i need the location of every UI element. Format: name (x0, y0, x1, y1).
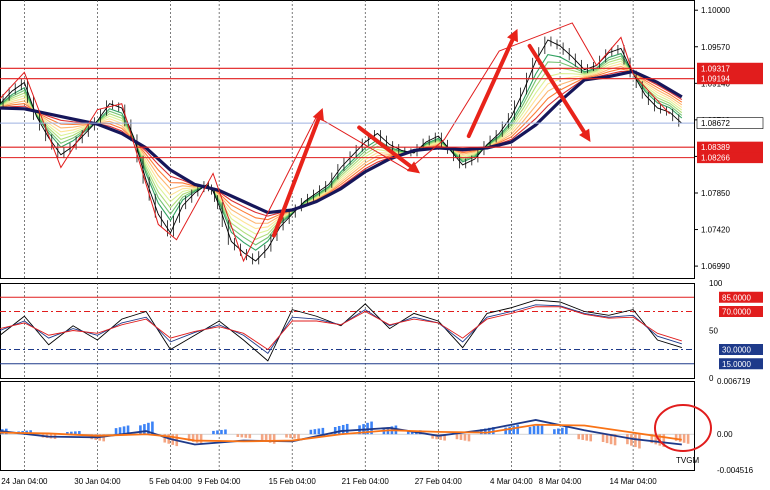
histogram-bar (585, 434, 589, 441)
x-tick-label: 14 Mar 04:00 (610, 477, 658, 486)
histogram-bar (313, 429, 317, 435)
histogram-bar (638, 434, 641, 449)
level-label: 1.08389 (701, 143, 730, 152)
histogram-bar (297, 434, 300, 439)
x-tick-label: 5 Feb 04:00 (149, 477, 192, 486)
histogram-bar (459, 434, 463, 440)
y-tick-label: 1.06990 (701, 262, 730, 271)
histogram-bar (240, 434, 244, 438)
oscillator-level-label: 15.0000 (722, 360, 751, 369)
x-tick-label: 30 Jan 04:00 (74, 477, 121, 486)
oscillator-level-label: 30.0000 (722, 346, 751, 355)
histogram-bar (143, 424, 146, 435)
histogram-bar (455, 434, 459, 440)
oscillator-level-label: 70.0000 (722, 308, 751, 317)
x-tick-label: 21 Feb 04:00 (342, 477, 390, 486)
histogram-bar (293, 434, 296, 439)
histogram-bar (508, 426, 511, 435)
histogram-bar (682, 434, 686, 443)
histogram-bar (224, 429, 227, 435)
histogram-bar (532, 425, 536, 435)
y-tick-label: 0.006719 (717, 377, 751, 386)
histogram-bar (589, 434, 593, 442)
histogram-bar (577, 434, 581, 440)
histogram-bar (528, 427, 532, 435)
x-tick-label: 4 Mar 04:00 (490, 477, 533, 486)
histogram-bar (118, 427, 122, 435)
histogram-bar (553, 429, 556, 435)
histogram-bar (317, 428, 321, 435)
histogram-bar (463, 434, 467, 441)
histogram-bar (260, 434, 264, 441)
oscillator-level-label: 85.0000 (722, 293, 751, 302)
level-label: 1.09194 (701, 75, 730, 84)
histogram-bar (248, 434, 252, 439)
histogram-bar (139, 425, 142, 435)
y-tick-label: -0.004516 (717, 466, 754, 475)
histogram-bar (321, 427, 325, 435)
histogram-bar (289, 434, 292, 439)
histogram-bar (634, 434, 637, 448)
histogram-bar (601, 434, 605, 442)
histogram-bar (309, 429, 313, 435)
histogram-bar (216, 430, 219, 435)
watermark: TVGM (676, 456, 699, 465)
histogram-bar (536, 424, 540, 435)
histogram-bar (686, 434, 690, 444)
histogram-bar (512, 425, 515, 435)
chart-svg: 1.100001.095701.091401.087101.082801.078… (0, 0, 770, 490)
histogram-bar (244, 434, 248, 438)
x-tick-label: 8 Mar 04:00 (539, 477, 582, 486)
histogram-bar (557, 428, 560, 435)
histogram-bar (272, 434, 276, 444)
y-tick-label: 50 (709, 327, 718, 336)
histogram-bar (626, 434, 629, 445)
chart-background (0, 0, 770, 490)
histogram-bar (630, 434, 633, 446)
histogram-bar (605, 434, 609, 444)
y-tick-label: 1.10000 (701, 6, 730, 15)
x-tick-label: 27 Feb 04:00 (415, 477, 463, 486)
histogram-bar (220, 429, 223, 435)
histogram-bar (561, 427, 564, 435)
x-tick-label: 15 Feb 04:00 (269, 477, 317, 486)
chart-root: 1.100001.095701.091401.087101.082801.078… (0, 0, 770, 490)
histogram-bar (678, 434, 682, 442)
x-tick-label: 24 Jan 04:00 (1, 477, 48, 486)
current-price-label: 1.08672 (701, 119, 730, 128)
overlay: TVGM (676, 456, 699, 465)
histogram-bar (565, 427, 568, 435)
y-tick-label: 1.07420 (701, 226, 730, 235)
histogram-bar (516, 424, 519, 435)
level-label: 1.08266 (701, 154, 730, 163)
x-tick-label: 9 Feb 04:00 (198, 477, 241, 486)
level-label: 1.09317 (701, 64, 730, 73)
y-tick-label: 1.09570 (701, 43, 730, 52)
histogram-bar (341, 424, 345, 435)
histogram-bar (581, 434, 585, 440)
histogram-bar (345, 423, 349, 435)
y-tick-label: 1.07850 (701, 189, 730, 198)
histogram-bar (285, 434, 288, 438)
histogram-bar (78, 431, 81, 435)
y-tick-label: 0.00 (717, 430, 733, 439)
histogram-bar (236, 434, 240, 437)
histogram-bar (467, 434, 471, 442)
histogram-bar (212, 430, 215, 435)
histogram-bar (114, 428, 118, 435)
histogram-bar (337, 425, 341, 435)
histogram-bar (199, 434, 203, 444)
y-tick-label: 0 (709, 374, 714, 383)
y-tick-label: 100 (709, 279, 723, 288)
